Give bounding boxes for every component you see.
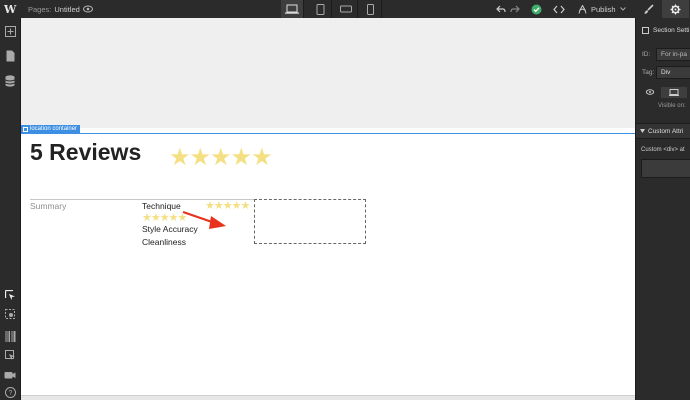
pages-label: Pages:	[28, 4, 52, 14]
code-export-icon[interactable]	[550, 0, 568, 18]
reviews-heading[interactable]: 5 Reviews	[30, 139, 141, 166]
settings-gear-icon[interactable]	[662, 0, 689, 18]
rating-stars-large[interactable]: ★★★★★	[169, 143, 273, 172]
help-icon[interactable]: ?	[3, 385, 17, 399]
redo-icon[interactable]	[506, 0, 524, 18]
custom-attributes-label: Custom Attri	[648, 127, 684, 135]
visible-on-label: Visible on:	[658, 103, 686, 109]
empty-div-block[interactable]	[254, 199, 366, 244]
select-cursor-icon[interactable]	[3, 288, 17, 302]
video-tutorials-icon[interactable]	[3, 367, 17, 381]
element-settings-icon[interactable]	[3, 307, 17, 321]
visibility-desktop-icon[interactable]	[661, 87, 687, 98]
custom-div-text: Custom <div> at	[641, 147, 685, 153]
style-brush-icon[interactable]	[635, 0, 662, 18]
section-settings-header[interactable]: Section Setti	[642, 27, 690, 34]
page-name: Untitled	[54, 4, 80, 14]
interactions-icon[interactable]	[3, 348, 17, 362]
chevron-down-icon	[619, 7, 626, 11]
top-toolbar: W Pages: Untitled Publish	[0, 0, 690, 19]
visibility-eye-icon[interactable]	[645, 89, 655, 97]
custom-attributes-header[interactable]: Custom Attri	[636, 123, 690, 139]
tag-label: Tag:	[642, 69, 655, 76]
mobile-landscape-icon[interactable]	[335, 0, 358, 18]
summary-label[interactable]: Summary	[30, 201, 66, 211]
publish-rocket-icon	[578, 4, 587, 14]
custom-attributes-box[interactable]	[641, 159, 690, 178]
check-status-icon[interactable]	[527, 0, 545, 18]
cms-database-icon[interactable]	[3, 74, 17, 88]
cleanliness-label[interactable]: Cleanliness	[142, 237, 186, 247]
annotation-arrow	[182, 210, 226, 229]
stray-stars[interactable]: ★★★★★	[142, 211, 187, 224]
right-panel-tabs	[635, 0, 690, 18]
id-input[interactable]: For in-pa	[656, 48, 690, 61]
container-square-icon	[23, 126, 28, 132]
pages-selector[interactable]: Pages: Untitled	[28, 0, 80, 18]
left-sidebar: ?	[0, 18, 21, 400]
selection-tag[interactable]: location container	[21, 125, 81, 133]
barcode-grid-icon[interactable]	[3, 329, 17, 343]
pages-icon[interactable]	[3, 49, 17, 63]
svg-text:?: ?	[8, 390, 12, 397]
selection-tag-label: location container	[30, 126, 78, 132]
preview-eye-icon[interactable]	[80, 0, 96, 18]
add-element-icon[interactable]	[3, 24, 17, 38]
tag-select[interactable]: Div	[656, 66, 690, 79]
webflow-logo[interactable]: W	[4, 0, 18, 18]
settings-panel: Section Setti ID: For in-pa Tag: Div Vis…	[635, 18, 690, 400]
mobile-portrait-icon[interactable]	[359, 0, 382, 18]
tablet-breakpoint-icon[interactable]	[309, 0, 332, 18]
desktop-breakpoint-icon[interactable]	[281, 0, 304, 18]
canvas-bottom-bar	[21, 395, 635, 400]
publish-label: Publish	[591, 4, 616, 14]
selection-outline	[21, 133, 635, 134]
grey-section[interactable]	[21, 18, 635, 128]
section-square-icon	[642, 27, 649, 34]
id-label: ID:	[642, 51, 651, 58]
publish-button[interactable]: Publish	[578, 0, 626, 18]
design-canvas[interactable]: location container 5 Reviews ★★★★★ Summa…	[21, 18, 635, 400]
collapse-triangle-icon	[640, 129, 645, 133]
section-settings-label: Section Setti	[653, 27, 690, 34]
technique-label[interactable]: Technique	[142, 201, 181, 211]
